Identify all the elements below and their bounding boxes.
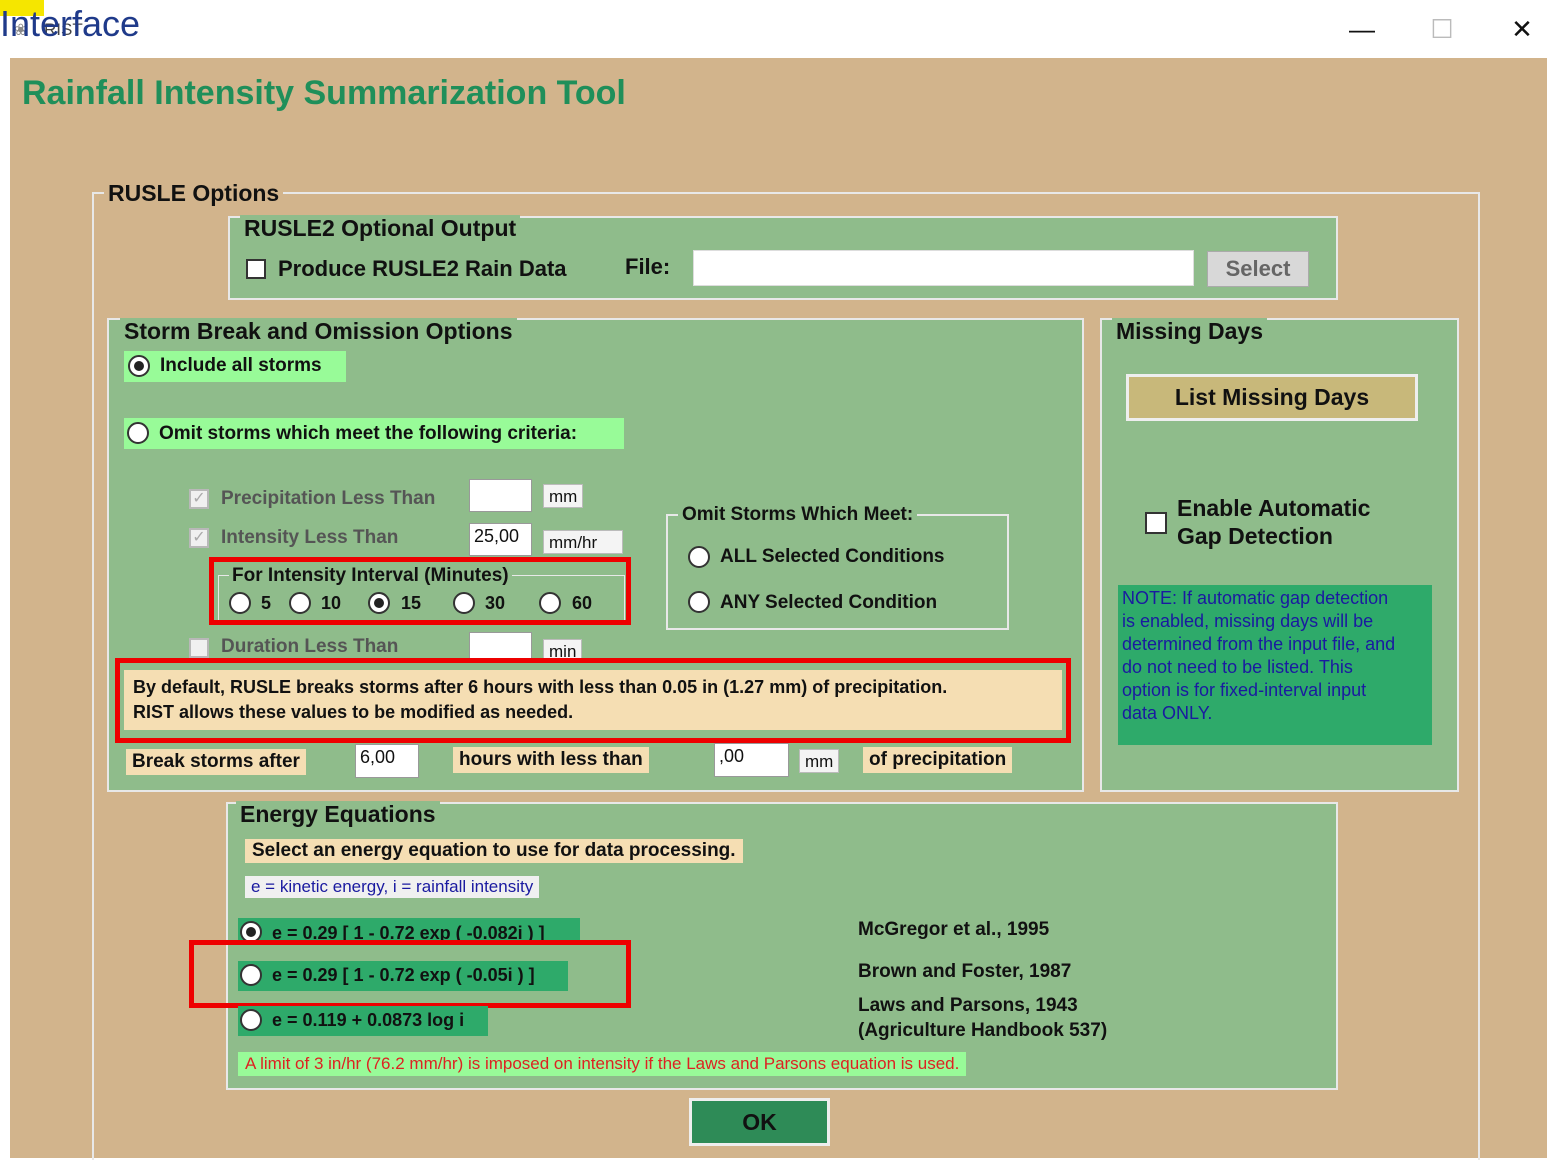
equation-2-reference: Brown and Foster, 1987 <box>858 961 1072 982</box>
list-missing-days-button[interactable]: List Missing Days <box>1126 374 1418 421</box>
energy-definition: e = kinetic energy, i = rainfall intensi… <box>245 876 540 898</box>
omit-meet-legend: Omit Storms Which Meet: <box>678 504 918 526</box>
duration-label: Duration Less Than <box>221 636 399 657</box>
gap-note-line: do not need to be listed. This <box>1122 657 1353 677</box>
select-file-button[interactable]: Select <box>1207 251 1309 287</box>
overlay-label: Interface <box>0 3 141 44</box>
rusle2-output-legend: RUSLE2 Optional Output <box>240 215 521 242</box>
gap-note-line: NOTE: If automatic gap detection <box>1122 588 1389 608</box>
laws-parsons-limit-note: A limit of 3 in/hr (76.2 mm/hr) is impos… <box>238 1052 967 1076</box>
intensity-checkbox[interactable]: ✓ <box>189 528 209 548</box>
precip-label: Precipitation Less Than <box>221 488 436 509</box>
gap-note-line: option is for fixed-interval input <box>1122 680 1367 700</box>
equation-1-reference: McGregor et al., 1995 <box>858 919 1050 940</box>
title-bar <box>0 0 1547 56</box>
any-condition-label: ANY Selected Condition <box>720 592 938 613</box>
gap-note-line: determined from the input file, and <box>1122 634 1396 654</box>
rusle2-rain-checkbox[interactable] <box>246 259 266 279</box>
all-conditions-radio[interactable] <box>688 546 710 568</box>
rusle2-rain-label: Produce RUSLE2 Rain Data <box>278 256 567 281</box>
energy-instruction: Select an energy equation to use for dat… <box>245 839 743 863</box>
gap-note-box: NOTE: If automatic gap detection is enab… <box>1118 585 1432 745</box>
precip-unit: mm <box>543 484 584 508</box>
equation-3-reference: Laws and Parsons, 1943 <box>858 995 1078 1016</box>
gap-detection-line1: Enable Automatic <box>1177 495 1371 521</box>
of-precip-label: of precipitation <box>863 747 1013 773</box>
all-conditions-label: ALL Selected Conditions <box>720 546 945 567</box>
intensity-input[interactable]: 25,00 <box>469 523 532 556</box>
file-input[interactable] <box>693 250 1194 286</box>
gap-note-text: NOTE: If automatic gap detection is enab… <box>1122 587 1395 725</box>
precip-input[interactable] <box>469 479 532 512</box>
maximize-button[interactable]: ☐ <box>1422 12 1462 46</box>
interval-highlight-box <box>209 557 631 625</box>
less-than-input[interactable]: ,00 <box>714 743 789 777</box>
include-all-radio[interactable] <box>128 355 150 377</box>
gap-note-line: is enabled, missing days will be <box>1122 611 1374 631</box>
break-hours-input[interactable]: 6,00 <box>355 744 419 778</box>
gap-note-line: data ONLY. <box>1122 703 1213 723</box>
file-label: File: <box>625 254 671 279</box>
equation-3-label: e = 0.119 + 0.0873 log i <box>272 1010 465 1030</box>
energy-equations-legend: Energy Equations <box>236 801 440 828</box>
break-after-label: Break storms after <box>126 749 306 775</box>
default-note-highlight-box <box>115 658 1071 743</box>
minimize-button[interactable]: — <box>1342 12 1382 46</box>
close-button[interactable]: ✕ <box>1502 12 1542 46</box>
gap-detection-checkbox[interactable] <box>1145 512 1167 534</box>
precip-checkbox[interactable]: ✓ <box>189 489 209 509</box>
missing-days-legend: Missing Days <box>1112 318 1267 345</box>
include-all-label: Include all storms <box>160 355 322 376</box>
hours-with-label: hours with less than <box>453 747 649 773</box>
any-condition-radio[interactable] <box>688 591 710 613</box>
omit-storms-radio[interactable] <box>127 422 149 444</box>
equation-3-radio[interactable] <box>240 1009 262 1031</box>
intensity-unit: mm/hr <box>543 530 623 554</box>
intensity-label: Intensity Less Than <box>221 527 399 548</box>
less-than-unit: mm <box>799 749 840 773</box>
equation-2-highlight-box <box>189 940 631 1008</box>
app-title: Rainfall Intensity Summarization Tool <box>22 74 626 112</box>
equation-3-reference-note: (Agriculture Handbook 537) <box>858 1020 1108 1041</box>
rusle-options-legend: RUSLE Options <box>104 180 284 207</box>
storm-break-legend: Storm Break and Omission Options <box>120 318 517 345</box>
gap-detection-line2: Gap Detection <box>1177 523 1333 549</box>
ok-button[interactable]: OK <box>689 1098 830 1146</box>
duration-checkbox[interactable] <box>189 638 209 658</box>
omit-storms-label: Omit storms which meet the following cri… <box>159 423 578 444</box>
